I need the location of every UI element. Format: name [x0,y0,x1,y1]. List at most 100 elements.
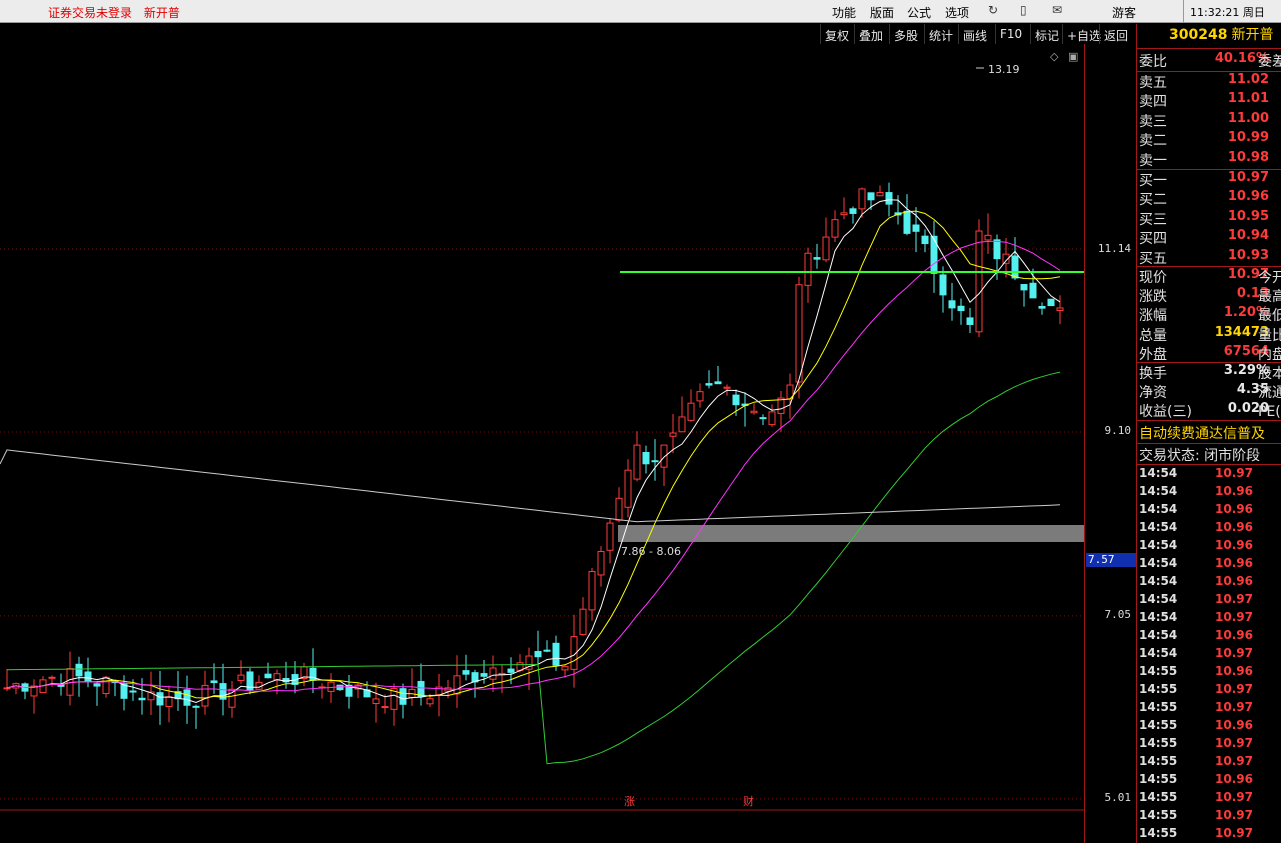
tick-time: 14:54 [1139,610,1178,624]
tick-time: 14:54 [1139,646,1178,660]
menu-function[interactable]: 功能 [832,4,856,21]
candle-body [543,649,551,652]
ask-row-value: 10.99 [1227,130,1269,146]
candle-body [183,689,191,706]
ma20-line [6,240,1061,692]
tick-row: 14:54 10.97 [1137,646,1281,664]
high-price-label: 13.19 [988,63,1020,76]
tick-price: 10.96 [1215,484,1253,498]
stock-name: 新开普 [1231,27,1274,43]
candle-body [876,192,884,197]
notice-text[interactable]: 自动续费通达信普及 [1139,423,1281,442]
candle-body [210,680,218,684]
message-icon[interactable]: ✉ [1052,3,1062,17]
ask-row: 卖一 10.98 [1137,150,1281,169]
quote-row-extra: 量比 [1258,327,1281,344]
candle-body [552,642,560,666]
weibi-row-label: 委比 [1139,54,1167,70]
refresh-icon[interactable]: ↻ [988,3,998,17]
tick-price: 10.96 [1215,664,1253,678]
candle-body [426,698,434,705]
tick-row: 14:55 10.97 [1137,736,1281,754]
toolbar-button-0[interactable]: 复权 [820,24,853,44]
tick-time: 14:55 [1139,664,1178,678]
ask-row: 卖五 11.02 [1137,72,1281,91]
candle-body [588,571,596,611]
candle-body [948,300,956,309]
bid-row-label: 买二 [1139,192,1167,209]
tick-row: 14:55 10.96 [1137,772,1281,790]
quote-row-extra: 内盘 [1258,346,1281,363]
quote-row-extra: 今开 [1258,270,1281,286]
event-marker: 财 [743,794,754,808]
ask-row-value: 11.02 [1227,72,1269,87]
tick-price: 10.96 [1215,574,1253,588]
toolbar-button-8[interactable]: 返回 [1099,24,1132,44]
candle-body [75,663,83,677]
toolbar-button-1[interactable]: 叠加 [854,24,887,44]
quote-panel: 300248新开普 委比40.16%委差卖五 11.02 卖四 11.01 卖三 11.0… [1136,24,1281,843]
tick-row: 14:54 10.96 [1137,574,1281,592]
candle-body [606,522,614,551]
kline-chart[interactable]: 7.86 - 8.06 13.19 涨 财 ◇ ▣ [0,44,1084,843]
tick-time: 14:55 [1139,790,1178,804]
quote-row: 涨幅1.20%最低 [1137,305,1281,324]
quote-row-label: 现价 [1139,270,1167,286]
bid-row: 买四 10.94 [1137,228,1281,247]
toolbar-button-3[interactable]: 统计 [924,24,957,44]
quote-row: 现价10.97今开 [1137,267,1281,286]
candle-body [597,551,605,576]
tick-price: 10.97 [1215,592,1253,606]
quote-row-label: 涨幅 [1139,308,1167,325]
tick-row: 14:54 10.96 [1137,538,1281,556]
candle-body [264,673,272,679]
candle-body [840,212,848,216]
tick-price: 10.97 [1215,610,1253,624]
tick-time: 14:55 [1139,682,1178,696]
toolbar-button-4[interactable]: 画线 [958,24,991,44]
tick-time: 14:55 [1139,718,1178,732]
menu-options[interactable]: 选项 [945,4,969,21]
phone-icon[interactable]: ▯ [1020,3,1027,17]
candle-body [831,219,839,238]
candle-body [138,697,146,701]
candle-body [381,706,389,709]
fund-row: 净资4.35流通 [1137,382,1281,401]
candle-body [705,383,713,386]
candle-body [237,674,245,681]
candle-body [957,305,965,312]
bid-row-value: 10.93 [1227,247,1269,263]
candle-body [507,668,515,673]
candle-body [642,452,650,465]
tick-time: 14:55 [1139,754,1178,768]
candle-body [372,698,380,705]
toolbar-button-6[interactable]: 标记 [1030,24,1063,44]
candle-body [660,444,668,468]
candle-body [633,444,641,480]
tick-time: 14:54 [1139,520,1178,534]
candle-body [966,317,974,325]
candle-body [129,690,137,693]
tick-row: 14:54 10.96 [1137,520,1281,538]
toolbar-button-5[interactable]: F10 [995,24,1026,44]
event-marker: 涨 [624,795,635,808]
ask-row-value: 11.00 [1227,110,1269,126]
candle-body [813,257,821,260]
tick-time: 14:54 [1139,466,1178,480]
menu-layout[interactable]: 版面 [870,4,894,21]
candle-body [561,666,569,671]
tick-time: 14:55 [1139,808,1178,822]
guest-user[interactable]: 游客 [1112,4,1136,21]
y-tick-label: 7.05 [1104,608,1132,621]
toolbar-button-2[interactable]: 多股 [889,24,922,44]
bid-row-label: 买一 [1139,173,1167,189]
quote-row-extra: 最低 [1258,308,1281,325]
y-tick-label: 9.10 [1104,424,1132,437]
candle-body [480,673,488,677]
ask-row-label: 卖三 [1139,113,1167,130]
menu-formula[interactable]: 公式 [907,4,931,21]
ask-row-label: 卖五 [1139,75,1167,91]
candle-body [156,692,164,706]
tick-row: 14:55 10.97 [1137,790,1281,808]
panel-divider [1137,420,1281,421]
